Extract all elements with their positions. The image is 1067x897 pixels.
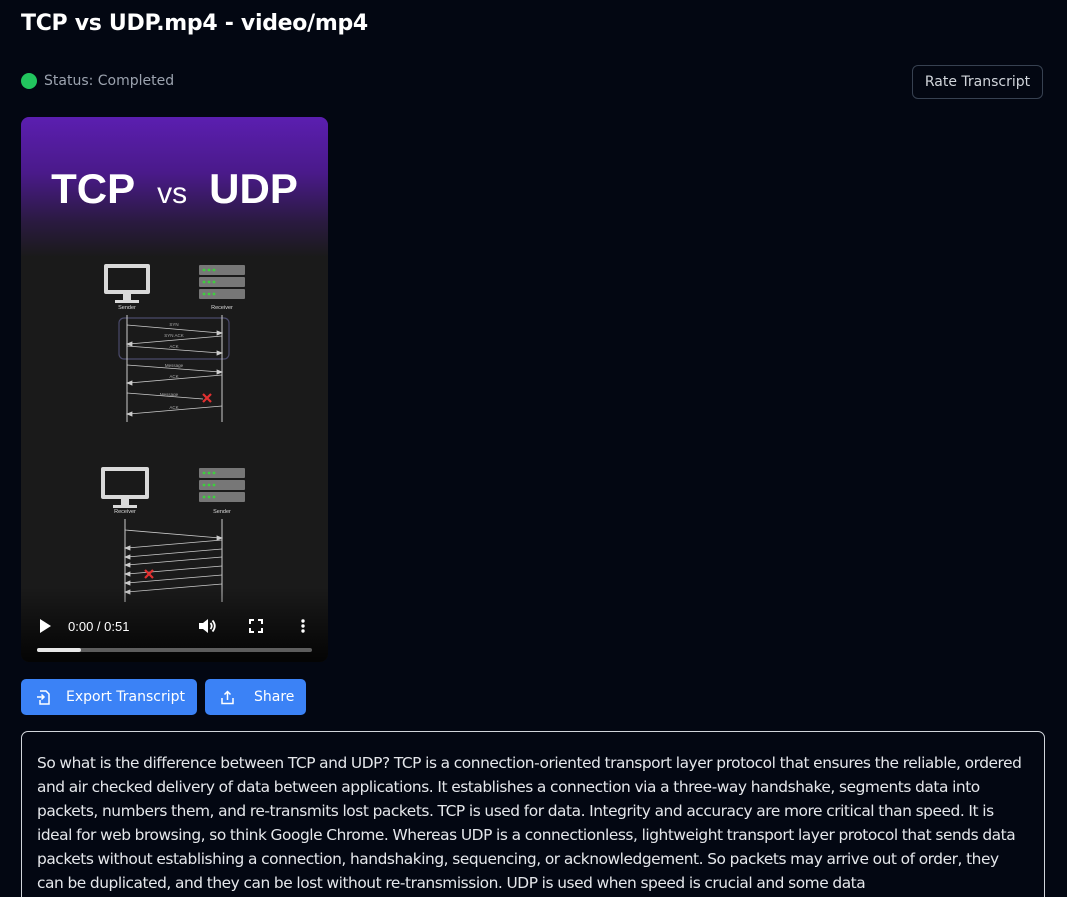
fullscreen-icon (249, 619, 263, 633)
server-icon (199, 468, 245, 502)
share-label: Share (254, 689, 295, 705)
lost-packet-x-icon (202, 393, 212, 403)
play-icon (40, 619, 51, 633)
fullscreen-button[interactable] (245, 616, 267, 636)
syn-label: SYN (169, 322, 178, 327)
export-transcript-label: Export Transcript (66, 689, 185, 705)
video-buffered-fill (37, 648, 81, 652)
export-transcript-button[interactable]: Export Transcript (21, 679, 197, 715)
ack-label: ACK (169, 344, 178, 349)
transcript-page: TCP vs UDP.mp4 - video/mp4 Status: Compl… (0, 0, 1067, 897)
more-options-button[interactable] (295, 616, 311, 636)
export-icon (37, 689, 50, 705)
transcript-box: So what is the difference between TCP an… (21, 731, 1045, 897)
share-icon (221, 689, 234, 704)
tcp-diagram: Sender Receiver SYN SYN ACK ACK Message … (104, 264, 245, 422)
receiver-label-2: Receiver (114, 509, 136, 515)
ack-label-2: ACK (169, 374, 178, 379)
monitor-icon (101, 467, 149, 508)
volume-icon (199, 619, 216, 633)
receiver-label: Receiver (211, 305, 233, 311)
video-title-banner: TCP vs UDP (21, 117, 328, 257)
udp-diagram: Receiver Sender (101, 467, 245, 602)
message-label-2: Message (160, 392, 179, 397)
video-time-display: 0:00 / 0:51 (68, 618, 130, 634)
ack-label-3: ACK (169, 405, 178, 410)
syn-ack-label: SYN ACK (164, 333, 184, 338)
status-text: Status: Completed (44, 73, 175, 89)
status-dot-icon (21, 73, 37, 89)
server-icon (199, 265, 245, 299)
lost-packet-x-icon (144, 569, 154, 579)
video-title-vs: vs (157, 177, 188, 210)
monitor-icon (104, 264, 150, 303)
video-title-udp: UDP (209, 165, 298, 212)
video-progress-bar[interactable] (37, 648, 312, 652)
status-indicator: Status: Completed (21, 73, 174, 89)
message-label: Message (165, 363, 184, 368)
video-player[interactable]: TCP vs UDP Sender Receiver SYN SYN ACK A… (21, 117, 328, 662)
sender-label-2: Sender (213, 509, 231, 515)
page-title: TCP vs UDP.mp4 - video/mp4 (21, 11, 368, 36)
sender-label: Sender (118, 305, 136, 311)
play-button[interactable] (35, 616, 55, 636)
protocol-diagram: Sender Receiver SYN SYN ACK ACK Message … (101, 264, 245, 602)
more-vertical-icon (301, 619, 305, 633)
share-button[interactable]: Share (205, 679, 306, 715)
video-title-overlay: TCP vs UDP (21, 165, 328, 213)
video-title-tcp: TCP (51, 165, 136, 212)
transcript-text: So what is the difference between TCP an… (37, 754, 1022, 892)
volume-button[interactable] (197, 616, 219, 636)
rate-transcript-button[interactable]: Rate Transcript (912, 65, 1043, 99)
video-controls: 0:00 / 0:51 (21, 587, 328, 662)
